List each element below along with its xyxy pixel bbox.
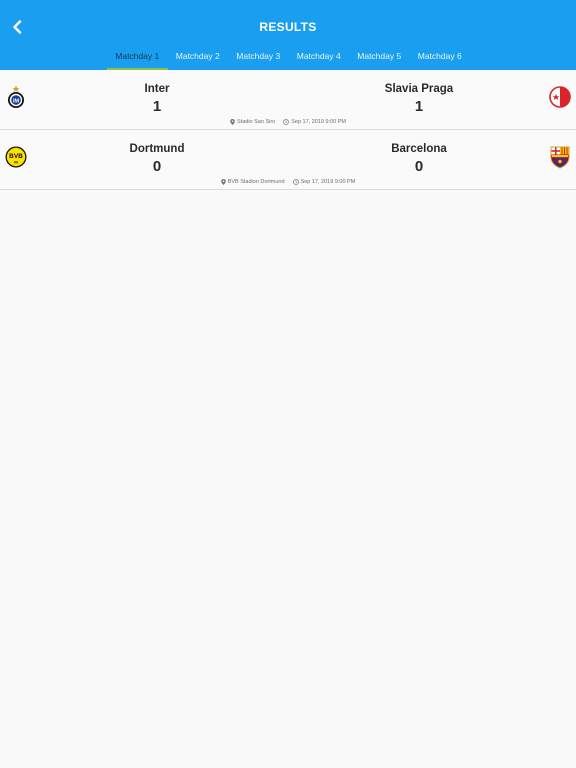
away-team-name: Slavia Praga	[384, 83, 454, 95]
location-pin-icon	[220, 179, 226, 185]
app-header: RESULTS Matchday 1 Matchday 2 Matchday 3…	[0, 0, 576, 70]
venue-label: BVB Stadion Dortmund	[227, 179, 285, 185]
venue-label: Stadio San Siro	[237, 119, 276, 125]
kickoff-time: Sep 17, 2019 9:00 PM	[292, 179, 356, 185]
dortmund-logo-icon: BVB 09	[4, 144, 28, 170]
match-meta: Stadio San Siro Sep 17, 2019 9:00 PM	[0, 119, 576, 125]
tab-matchday-6[interactable]: Matchday 6	[410, 44, 471, 70]
tab-matchday-5[interactable]: Matchday 5	[349, 44, 410, 70]
tab-matchday-1[interactable]: Matchday 1	[107, 44, 168, 70]
kickoff-time: Sep 17, 2019 9:00 PM	[283, 119, 346, 125]
clock-icon	[292, 179, 299, 185]
home-team-score: 1	[152, 98, 162, 115]
tab-matchday-3[interactable]: Matchday 3	[228, 44, 289, 70]
venue: Stadio San Siro	[230, 119, 275, 125]
match-meta: BVB Stadion Dortmund Sep 17, 2019 9:00 P…	[0, 179, 576, 185]
barcelona-logo-icon	[548, 144, 572, 170]
page-title: RESULTS	[259, 20, 317, 34]
svg-text:IM: IM	[13, 98, 20, 104]
matchday-tabs: Matchday 1 Matchday 2 Matchday 3 Matchda…	[107, 44, 470, 70]
match-row[interactable]: IM Inter 1 Slavia Praga 1 Stadio San Sir…	[0, 70, 576, 130]
away-team-name: Barcelona	[391, 143, 447, 155]
kickoff-label: Sep 17, 2019 9:00 PM	[291, 119, 346, 125]
location-pin-icon	[230, 119, 235, 125]
away-team-score: 0	[414, 158, 424, 175]
clock-icon	[283, 119, 290, 125]
home-team-name: Inter	[144, 83, 170, 95]
tab-matchday-4[interactable]: Matchday 4	[289, 44, 350, 70]
svg-text:BVB: BVB	[9, 153, 23, 160]
tab-matchday-2[interactable]: Matchday 2	[168, 44, 229, 70]
svg-text:09: 09	[14, 161, 18, 165]
home-team-name: Dortmund	[129, 143, 185, 155]
away-team-score: 1	[414, 98, 424, 115]
inter-logo-icon: IM	[4, 84, 28, 110]
results-list: IM Inter 1 Slavia Praga 1 Stadio San Sir…	[0, 70, 576, 768]
venue: BVB Stadion Dortmund	[220, 179, 285, 185]
home-team-score: 0	[152, 158, 162, 175]
kickoff-label: Sep 17, 2019 9:00 PM	[300, 179, 356, 185]
slavia-praga-logo-icon	[548, 84, 572, 110]
match-row[interactable]: BVB 09 Dortmund 0 Barcelona 0 BVB Stadio…	[0, 130, 576, 190]
